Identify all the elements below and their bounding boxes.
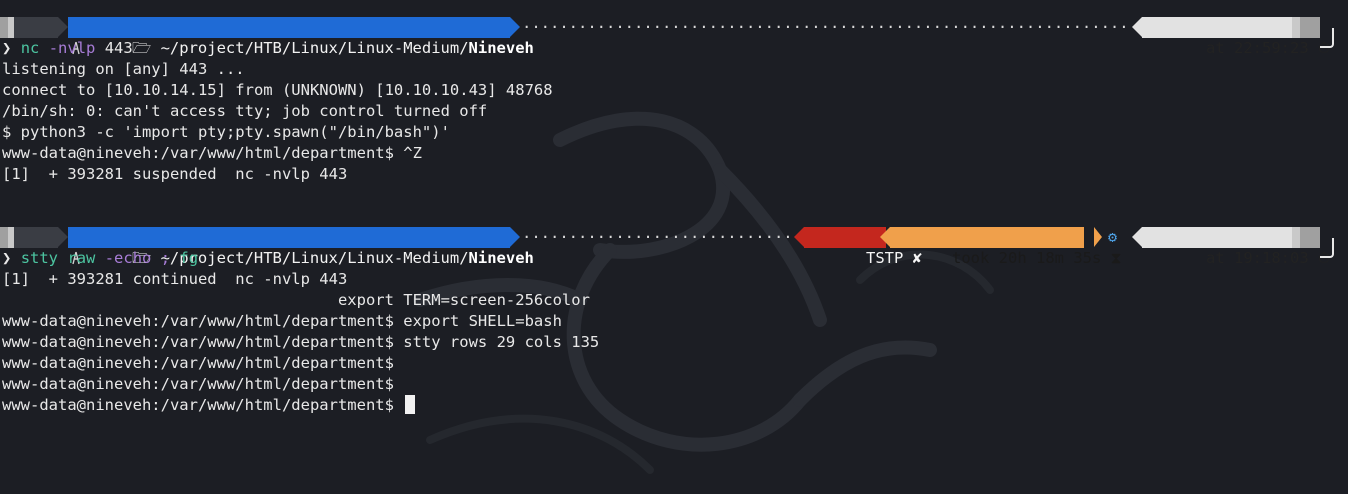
output-line: www-data@nineveh:/var/www/html/departmen… xyxy=(2,312,562,330)
command-flag: -nvlp xyxy=(48,39,96,57)
prompt-edge xyxy=(1300,227,1320,248)
segment-separator xyxy=(794,227,804,247)
dir-name: Nineveh xyxy=(468,39,534,57)
time-segment: at 22:59:23 ⏱ xyxy=(1142,17,1330,57)
output-line: www-data@nineveh:/var/www/html/departmen… xyxy=(2,144,422,162)
output-line: [1] + 393281 continued nc -nvlp 443 xyxy=(2,270,348,288)
output-line: [1] + 393281 suspended nc -nvlp 443 xyxy=(2,165,348,183)
segment-separator xyxy=(1132,17,1142,37)
directory-segment: 🗁 ~/project/HTB/Linux/Linux-Medium/Ninev… xyxy=(68,227,534,267)
command-line-2: ❯ stty raw -echo ; fg xyxy=(2,248,198,269)
segment-separator xyxy=(510,227,520,247)
dir-prefix: ~/project/HTB/Linux/Linux-Medium/ xyxy=(160,39,469,57)
output-line: www-data@nineveh:/var/www/html/departmen… xyxy=(2,375,394,393)
prompt-filler-dots: ········································… xyxy=(522,18,1132,36)
gear-icon: ⚙ xyxy=(1108,228,1118,246)
segment-separator xyxy=(1094,227,1102,247)
prompt-edge xyxy=(0,227,8,248)
segment-separator xyxy=(58,17,68,37)
prompt-char: ❯ xyxy=(2,249,12,267)
command-arg: raw xyxy=(67,249,96,267)
command-arg: 443 xyxy=(104,39,133,57)
text-cursor[interactable] xyxy=(405,395,416,414)
command: fg xyxy=(179,249,199,267)
exit-status-segment: TSTP ✘ xyxy=(804,227,922,267)
prompt-bar-2: 🗁 ~/project/HTB/Linux/Linux-Medium/Ninev… xyxy=(0,227,1348,267)
time-text: at 19:18:03 xyxy=(1206,249,1309,267)
terminal[interactable]: 🗁 ~/project/HTB/Linux/Linux-Medium/Ninev… xyxy=(0,0,1348,494)
prompt-edge xyxy=(1300,17,1320,38)
prompt-edge xyxy=(0,17,8,38)
command: stty xyxy=(20,249,59,267)
prompt-bar-1: 🗁 ~/project/HTB/Linux/Linux-Medium/Ninev… xyxy=(0,17,1348,57)
output-line: connect to [10.10.14.15] from (UNKNOWN) … xyxy=(2,81,553,99)
output-line: export TERM=screen-256color xyxy=(2,291,590,309)
dir-name: Nineveh xyxy=(468,249,534,267)
command-separator: ; xyxy=(160,249,171,267)
output-line: $ python3 -c 'import pty;pty.spawn("/bin… xyxy=(2,123,450,141)
duration-segment: took 20h 18m 35s ⧗ xyxy=(890,227,1122,267)
linux-tux-icon xyxy=(14,17,80,55)
command-flag: -echo xyxy=(104,249,152,267)
output-line: /bin/sh: 0: can't access tty; job contro… xyxy=(2,102,488,120)
folder-icon: 🗁 xyxy=(132,39,152,57)
output-line: www-data@nineveh:/var/www/html/departmen… xyxy=(2,354,394,372)
segment-separator xyxy=(1132,227,1142,247)
shell-prompt: www-data@nineveh:/var/www/html/departmen… xyxy=(2,396,394,414)
linux-tux-icon xyxy=(14,227,80,265)
output-line: listening on [any] 443 ... xyxy=(2,60,245,78)
directory-segment: 🗁 ~/project/HTB/Linux/Linux-Medium/Ninev… xyxy=(68,17,534,57)
output-line: www-data@nineveh:/var/www/html/departmen… xyxy=(2,333,600,351)
segment-separator xyxy=(510,17,520,37)
active-input-line[interactable]: www-data@nineveh:/var/www/html/departmen… xyxy=(2,395,416,416)
prompt-corner xyxy=(1320,28,1334,48)
prompt-corner xyxy=(1320,238,1334,258)
prompt-edge xyxy=(1292,17,1300,38)
time-text: at 22:59:23 xyxy=(1206,39,1309,57)
dir-prefix: ~/project/HTB/Linux/Linux-Medium/ xyxy=(160,249,469,267)
time-segment: at 19:18:03 ⏱ xyxy=(1142,227,1330,267)
segment-separator xyxy=(58,227,68,247)
duration-text: took 20h 18m 35s ⧗ xyxy=(952,249,1122,267)
segment-separator xyxy=(880,227,890,247)
prompt-char: ❯ xyxy=(2,39,12,57)
prompt-edge xyxy=(1292,227,1300,248)
prompt-filler-dots: ····································· xyxy=(522,228,792,246)
command-line-1: ❯ nc -nvlp 443 xyxy=(2,38,133,59)
command: nc xyxy=(20,39,40,57)
